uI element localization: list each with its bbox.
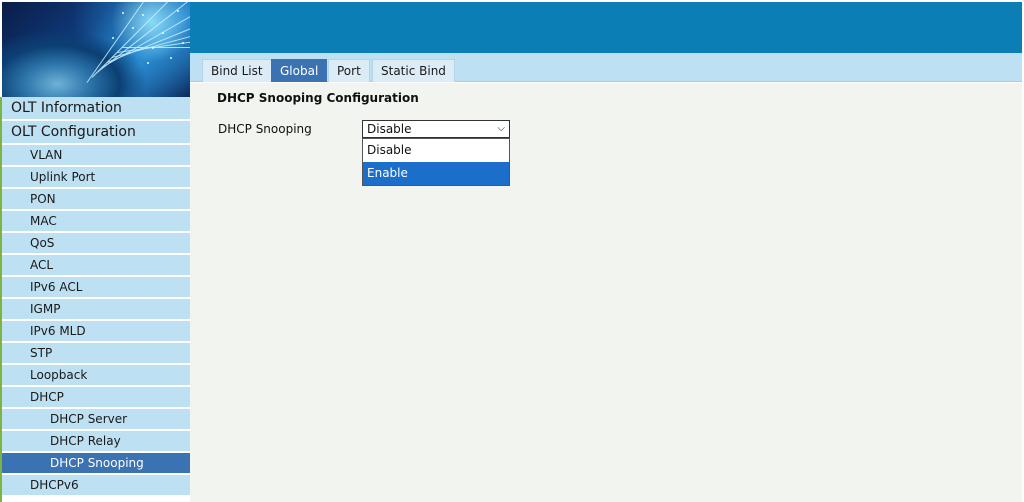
globe-banner-image (2, 2, 190, 97)
fiber-light-dot (177, 10, 179, 12)
dhcp-snooping-select[interactable]: Disable ⌵ (362, 120, 510, 138)
tab-global[interactable]: Global (271, 59, 328, 82)
sidebar-item-qos[interactable]: QoS (2, 233, 190, 254)
sidebar-item-loopback[interactable]: Loopback (2, 365, 190, 386)
option-enable[interactable]: Enable (363, 162, 509, 185)
sidebar-item-ipv6-acl[interactable]: IPv6 ACL (2, 277, 190, 298)
sidebar-item-dhcp-server[interactable]: DHCP Server (2, 409, 190, 430)
tab-bar: Bind List Global Port Static Bind (190, 53, 1022, 82)
chevron-down-icon[interactable]: ⌵ (497, 121, 505, 137)
tab-port[interactable]: Port (328, 59, 370, 82)
sidebar-nav: OLT Information OLT Configuration VLAN Upli… (2, 97, 190, 502)
fiber-light-dot (142, 14, 144, 16)
sidebar-item-acl[interactable]: ACL (2, 255, 190, 276)
fiber-streak (122, 47, 190, 48)
main-content: DHCP Snooping Configuration DHCP Snoopin… (190, 83, 1022, 502)
sidebar-item-dhcp[interactable]: DHCP (2, 387, 190, 408)
page-title: DHCP Snooping Configuration (217, 91, 419, 105)
option-disable[interactable]: Disable (363, 139, 509, 162)
fiber-light-dot (112, 37, 114, 39)
fiber-light-dot (122, 12, 124, 14)
sidebar-item-dhcp-snooping[interactable]: DHCP Snooping (2, 453, 190, 474)
dhcp-snooping-label: DHCP Snooping (218, 122, 312, 136)
sidebar-item-igmp[interactable]: IGMP (2, 299, 190, 320)
sidebar-item-uplink-port[interactable]: Uplink Port (2, 167, 190, 188)
sidebar-item-dhcp-relay[interactable]: DHCP Relay (2, 431, 190, 452)
sidebar-item-stp[interactable]: STP (2, 343, 190, 364)
fiber-light-dot (170, 57, 172, 59)
fiber-light-dot (162, 32, 164, 34)
sidebar-item-olt-information[interactable]: OLT Information (2, 97, 190, 120)
dhcp-snooping-dropdown: Disable Enable (362, 138, 510, 186)
sidebar-item-mac[interactable]: MAC (2, 211, 190, 232)
tab-static-bind[interactable]: Static Bind (372, 59, 455, 82)
fiber-light-dot (152, 47, 154, 49)
header-bar (190, 2, 1022, 53)
fiber-light-dot (132, 27, 134, 29)
select-value: Disable (367, 122, 412, 136)
sidebar-item-olt-configuration[interactable]: OLT Configuration (2, 121, 190, 144)
fiber-light-dot (182, 42, 184, 44)
sidebar-item-dhcpv6[interactable]: DHCPv6 (2, 475, 190, 496)
tab-bind-list[interactable]: Bind List (202, 59, 272, 82)
sidebar-item-pon[interactable]: PON (2, 189, 190, 210)
fiber-light-dot (147, 62, 149, 64)
sidebar-item-vlan[interactable]: VLAN (2, 145, 190, 166)
sidebar-item-ipv6-mld[interactable]: IPv6 MLD (2, 321, 190, 342)
